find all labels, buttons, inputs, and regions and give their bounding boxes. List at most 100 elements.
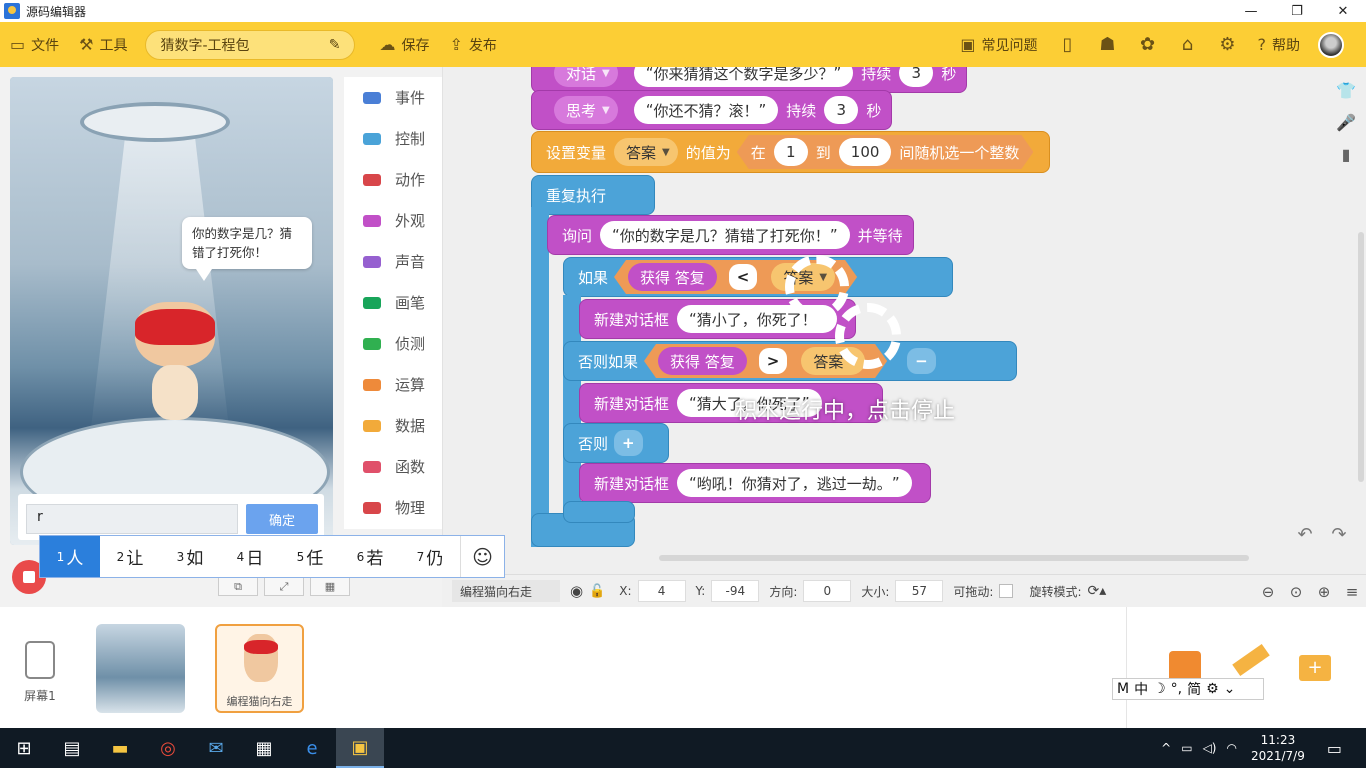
sprite-panel: 屏幕1 编程猫向右走 + — [0, 607, 1366, 728]
random-block[interactable]: 在 1 到 100 间随机选一个整数 — [737, 135, 1034, 169]
screen-selector[interactable]: 屏幕1 — [18, 641, 62, 704]
category-events[interactable]: 事件 — [344, 77, 442, 118]
undo-icon[interactable]: ↶ — [1288, 519, 1322, 549]
ask-block[interactable]: 询问 “你的数字是几？猜错了打死你！” 并等待 — [547, 215, 914, 255]
category-motion[interactable]: 动作 — [344, 159, 442, 200]
category-functions[interactable]: 函数 — [344, 446, 442, 487]
maximize-button[interactable]: ❐ — [1274, 0, 1320, 22]
background-thumbnail[interactable] — [96, 624, 185, 713]
sprite-name[interactable]: 编程猫向右走 — [452, 580, 560, 602]
confirm-button[interactable]: 确定 — [246, 504, 318, 534]
sprite-coding-cat[interactable] — [130, 287, 220, 427]
clock[interactable]: 11:23 2021/7/9 — [1251, 732, 1305, 764]
dialog-block-3[interactable]: 新建对话框 “哟吼！你猜对了，逃过一劫。” — [579, 463, 931, 503]
help-button[interactable]: ? 帮助 — [1248, 22, 1311, 67]
network-icon[interactable]: ▭ — [1181, 741, 1192, 755]
bar-chart-icon[interactable]: ▮ — [1342, 145, 1351, 177]
think-block[interactable]: 思考 ▼ “你还不猜？滚！” 持续 3 秒 — [531, 90, 893, 130]
ime-candidate[interactable]: 3如 — [160, 536, 220, 577]
rotation-mode-icon[interactable]: ⟳▴ — [1088, 583, 1107, 599]
gift-icon[interactable]: ⌂ — [1168, 22, 1208, 67]
pencil-icon[interactable] — [1232, 643, 1270, 677]
category-sensing[interactable]: 侦测 — [344, 323, 442, 364]
windows-start-icon[interactable]: ⊞ — [0, 728, 48, 768]
repeat-block[interactable]: 重复执行 — [531, 175, 655, 215]
file-menu[interactable]: ▭ 文件 — [0, 22, 69, 67]
code-workspace[interactable]: 对话 ▼ “你来猜猜这个数字是多少？” 持续 3 秒 思考 ▼ “你还不猜？滚！” … — [442, 67, 1366, 574]
else-if-block[interactable]: 否则如果 获得 答复 > 答案 ▼ − — [563, 341, 1017, 381]
category-looks[interactable]: 外观 — [344, 200, 442, 241]
screenshot-icon[interactable]: ⧉ — [218, 578, 258, 596]
robot-icon[interactable]: ☗ — [1088, 22, 1128, 67]
add-branch-button[interactable]: + — [614, 430, 643, 456]
zoom-out-icon[interactable]: ⊖ — [1254, 583, 1282, 601]
phone-icon — [25, 641, 55, 679]
task-view-icon[interactable]: ▤ — [48, 728, 96, 768]
x-field[interactable]: 4 — [637, 580, 686, 602]
else-block[interactable]: 否则 + — [563, 423, 669, 463]
notification-icon[interactable]: ▭ — [1327, 739, 1342, 758]
ime-candidate[interactable]: 2让 — [100, 536, 160, 577]
vertical-scrollbar[interactable] — [1358, 232, 1364, 482]
ime-candidate[interactable]: 1人 — [40, 536, 100, 577]
ime-candidate[interactable]: 6若 — [340, 536, 400, 577]
save-button[interactable]: ☁ 保存 — [369, 22, 439, 67]
emoji-icon[interactable]: ☺ — [460, 536, 504, 577]
minimize-button[interactable]: — — [1228, 0, 1274, 22]
ie-browser-icon[interactable]: e — [288, 728, 336, 768]
stage-canvas[interactable]: 你的数字是几？猜错了打死你！ — [10, 77, 333, 545]
if-block[interactable]: 如果 获得 答复 < 答案 ▼ — [563, 257, 953, 297]
remove-branch-button[interactable]: − — [907, 348, 936, 374]
project-name-field[interactable]: 猜数字-工程包 ✎ — [145, 29, 356, 60]
redo-icon[interactable]: ↷ — [1322, 519, 1356, 549]
category-operators[interactable]: 运算 — [344, 364, 442, 405]
phone-preview-icon[interactable]: ▯ — [1048, 22, 1088, 67]
tray-chevron-icon[interactable]: ^ — [1161, 741, 1171, 755]
tools-menu[interactable]: ⚒ 工具 — [69, 22, 137, 67]
category-physics[interactable]: 物理 — [344, 487, 442, 528]
community-icon[interactable]: ✿ — [1128, 22, 1168, 67]
sprite-thumbnail[interactable]: 编程猫向右走 — [215, 624, 304, 713]
user-avatar[interactable] — [1318, 31, 1344, 58]
zoom-in-icon[interactable]: ⊕ — [1310, 583, 1338, 601]
draggable-checkbox[interactable] — [999, 584, 1014, 598]
category-data[interactable]: 数据 — [344, 405, 442, 446]
calculator-icon — [363, 378, 381, 391]
zoom-reset-icon[interactable]: ⊙ — [1282, 583, 1310, 601]
horizontal-scrollbar[interactable] — [659, 555, 1249, 561]
volume-icon[interactable]: ◁) — [1203, 741, 1217, 755]
wifi-icon[interactable]: ◠ — [1226, 741, 1236, 755]
chrome-icon[interactable]: ◎ — [144, 728, 192, 768]
fullscreen-icon[interactable]: ⤢ — [264, 578, 304, 596]
shirt-icon[interactable]: 👕 — [1336, 81, 1356, 113]
set-variable-block[interactable]: 设置变量 答案 ▼ 的值为 在 1 到 100 间随机选一个整数 — [531, 131, 1051, 173]
grid-icon[interactable]: ▦ — [310, 578, 350, 596]
publish-button[interactable]: ⇪ 发布 — [439, 22, 506, 67]
category-pen[interactable]: 画笔 — [344, 282, 442, 323]
microphone-icon[interactable]: 🎤 — [1336, 113, 1356, 145]
add-folder-icon[interactable]: + — [1299, 655, 1331, 681]
file-explorer-icon[interactable]: ▬ — [96, 728, 144, 768]
close-button[interactable]: ✕ — [1320, 0, 1366, 22]
gamepad-icon — [363, 132, 381, 145]
faq-button[interactable]: ▣ 常见问题 — [950, 22, 1047, 67]
store-icon[interactable]: ▦ — [240, 728, 288, 768]
ime-candidate[interactable]: 7仍 — [400, 536, 460, 577]
ime-candidate[interactable]: 4日 — [220, 536, 280, 577]
answer-input[interactable]: r — [26, 504, 238, 534]
y-field[interactable]: -94 — [711, 580, 760, 602]
source-editor-taskbar-icon[interactable]: ▣ — [336, 728, 384, 768]
ime-candidate[interactable]: 5任 — [280, 536, 340, 577]
mail-icon[interactable]: ✉ — [192, 728, 240, 768]
settings-gear-icon[interactable]: ⚙ — [1208, 22, 1248, 67]
size-field[interactable]: 57 — [895, 580, 944, 602]
ask-answer-box: r 确定 — [18, 494, 324, 540]
direction-field[interactable]: 0 — [803, 580, 852, 602]
eye-icon[interactable]: ◉ — [570, 582, 583, 600]
category-control[interactable]: 控制 — [344, 118, 442, 159]
menu-icon[interactable]: ≡ — [1338, 583, 1366, 601]
lock-icon[interactable]: 🔓 — [589, 584, 605, 599]
running-overlay[interactable]: 积木运行中，点击停止 — [735, 393, 955, 425]
category-sound[interactable]: 声音 — [344, 241, 442, 282]
speech-bubble: 你的数字是几？猜错了打死你！ — [182, 217, 312, 281]
